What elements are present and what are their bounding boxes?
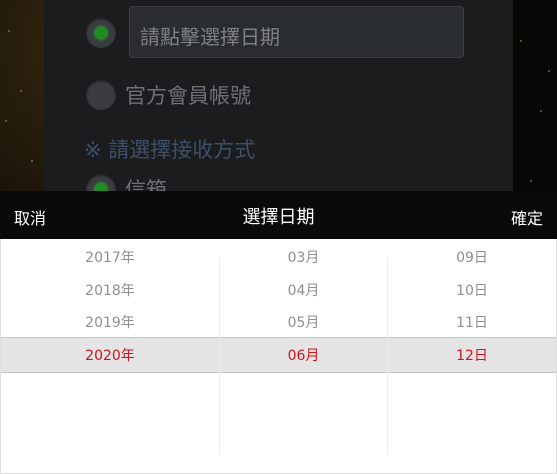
day-option-selected[interactable]: 12日 <box>388 340 556 372</box>
picker-title: 選擇日期 <box>242 207 315 228</box>
confirm-button[interactable]: 確定 <box>511 205 543 229</box>
year-option[interactable]: 2018年 <box>1 275 219 307</box>
official-account-label: 官方會員帳號 <box>125 84 251 108</box>
day-option[interactable]: 11日 <box>388 307 556 339</box>
month-option[interactable]: 03月 <box>220 242 387 274</box>
year-option[interactable]: 2019年 <box>1 307 219 339</box>
year-wheel[interactable]: 2017年 2018年 2019年 2020年 <box>1 239 219 473</box>
month-option-selected[interactable]: 06月 <box>220 340 387 372</box>
date-input-placeholder: 請點擊選擇日期 <box>140 25 280 49</box>
day-option[interactable]: 09日 <box>388 242 556 274</box>
day-wheel[interactable]: 09日 10日 11日 12日 <box>388 239 556 473</box>
date-picker-wheels: 2017年 2018年 2019年 2020年 03月 04月 05月 06月 … <box>0 239 557 474</box>
year-option-selected[interactable]: 2020年 <box>1 340 219 372</box>
year-option[interactable]: 2017年 <box>1 242 219 274</box>
official-account-radio[interactable] <box>86 80 116 110</box>
delivery-note: ※ 請選擇接收方式 <box>84 138 256 162</box>
month-wheel[interactable]: 03月 04月 05月 06月 <box>220 239 387 473</box>
date-input[interactable]: 請點擊選擇日期 <box>129 6 464 58</box>
day-option[interactable]: 10日 <box>388 275 556 307</box>
date-picker-header: 取消 選擇日期 確定 <box>0 191 557 239</box>
month-option[interactable]: 04月 <box>220 275 387 307</box>
date-radio[interactable] <box>86 18 116 48</box>
month-option[interactable]: 05月 <box>220 307 387 339</box>
